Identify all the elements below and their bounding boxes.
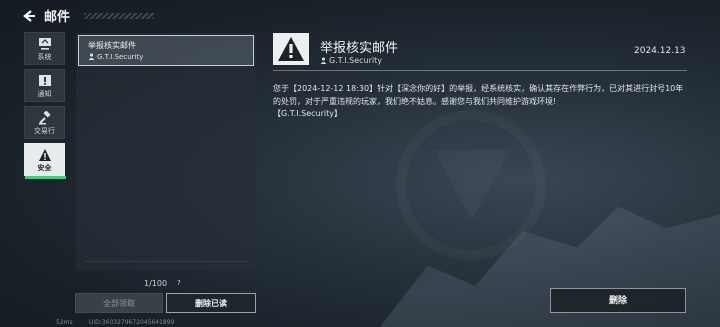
mail-body: 您于【2024-12-12 18:30】针对【深念你的好】的举报，经系统核实，确… xyxy=(273,84,684,106)
nav-label: 安全 xyxy=(37,164,52,172)
mail-sender: G.T.I.Security xyxy=(320,56,382,65)
mail-item-sender-name: G.T.I.Security xyxy=(97,53,144,61)
gavel-icon xyxy=(38,111,51,125)
mail-date: 2024.12.13 xyxy=(634,46,686,56)
mail-type-icon xyxy=(273,33,309,65)
delete-button[interactable]: 删除 xyxy=(550,288,686,313)
exclamation-icon xyxy=(38,75,51,86)
back-icon[interactable] xyxy=(22,8,36,22)
background-emblem xyxy=(396,110,546,260)
ping-value: 52ms xyxy=(56,319,73,326)
nav-item-security[interactable]: 安全 xyxy=(24,143,66,179)
detail-divider xyxy=(273,70,687,71)
delete-read-button[interactable]: 删除已读 xyxy=(166,293,256,313)
claim-all-button[interactable]: 全部领取 xyxy=(75,293,163,313)
person-icon xyxy=(88,53,95,60)
user-uid: UID:3603279672045641899 xyxy=(89,319,175,326)
mail-item-sender: G.T.I.Security xyxy=(88,53,143,61)
mail-item-title: 举报核实邮件 xyxy=(88,41,136,50)
nav-label: 通知 xyxy=(37,90,52,98)
monitor-icon xyxy=(38,38,51,50)
mail-count: 1/100 xyxy=(144,279,168,288)
help-icon[interactable]: ? xyxy=(177,279,181,287)
title-decoration xyxy=(84,13,154,19)
mail-list: 举报核实邮件 G.T.I.Security xyxy=(76,33,256,270)
mail-sender-name: G.T.I.Security xyxy=(329,56,382,65)
mail-signature: 【G.T.I.Security】 xyxy=(273,109,342,118)
category-nav: 系统 通知 交易行 安全 xyxy=(24,32,66,180)
nav-item-notice[interactable]: 通知 xyxy=(24,69,65,102)
person-icon xyxy=(320,57,327,64)
warning-icon xyxy=(38,149,51,161)
nav-label: 交易行 xyxy=(34,127,55,135)
nav-item-trade[interactable]: 交易行 xyxy=(24,106,65,139)
page-title: 邮件 xyxy=(44,10,71,25)
mail-title: 举报核实邮件 xyxy=(320,41,399,56)
wifi-icon xyxy=(40,319,49,327)
nav-label: 系统 xyxy=(37,53,52,61)
mail-list-item[interactable]: 举报核实邮件 G.T.I.Security xyxy=(78,35,254,66)
nav-item-system[interactable]: 系统 xyxy=(24,32,65,65)
header: 邮件 xyxy=(0,0,720,30)
list-divider xyxy=(84,261,248,265)
